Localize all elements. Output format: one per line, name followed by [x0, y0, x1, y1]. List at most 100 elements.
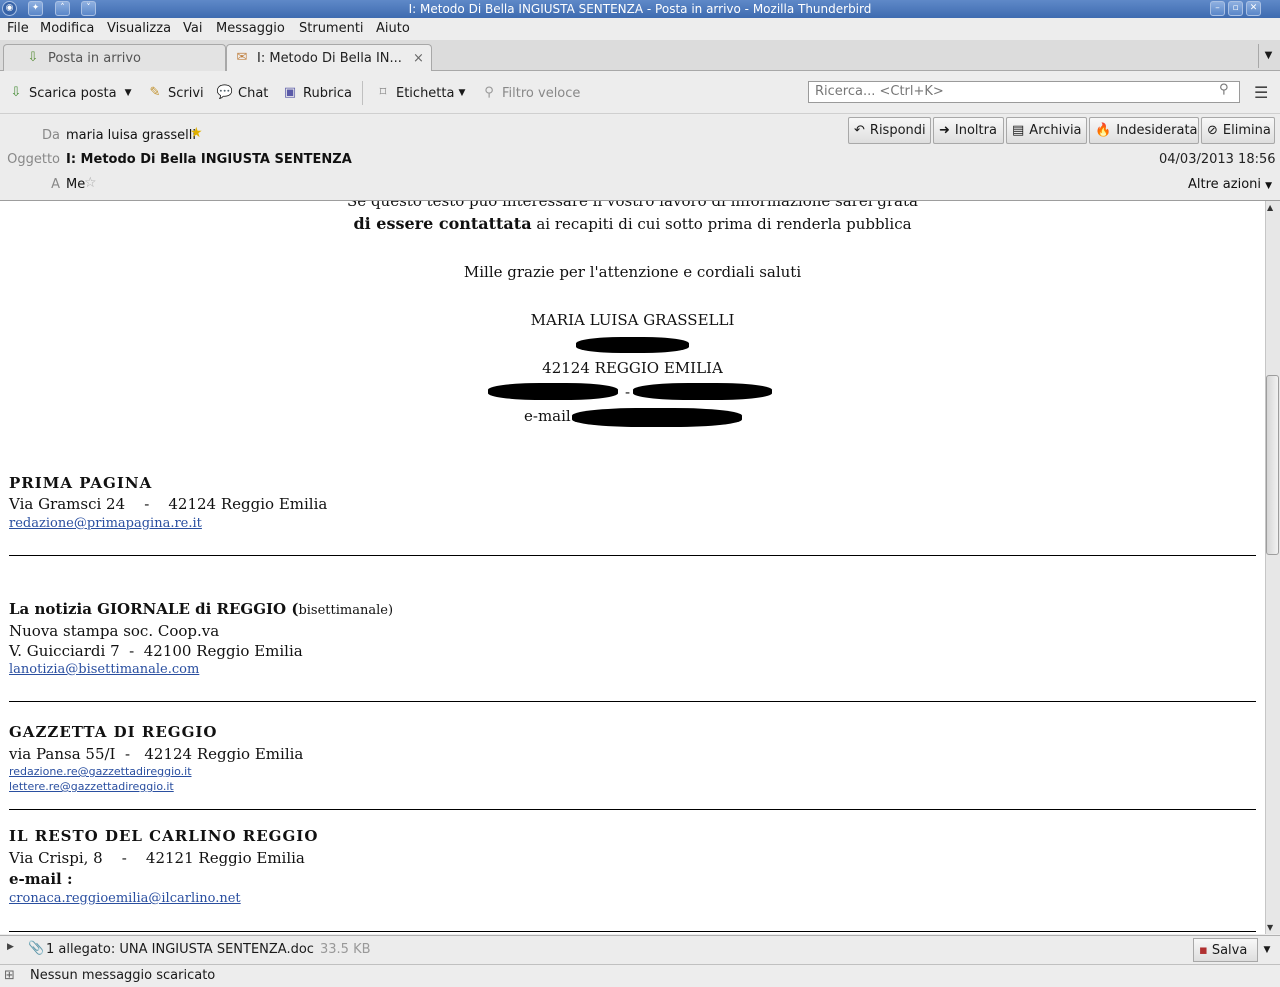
expand-triangle-icon[interactable]: ▶ [7, 942, 14, 952]
subject-label: Oggetto [7, 152, 60, 167]
save-label: Salva [1211, 942, 1248, 958]
tab-message[interactable]: ✉ I: Metodo Di Bella IN... × [226, 44, 432, 71]
get-mail-label: Scarica posta [29, 85, 117, 101]
contact-note: bisettimanale) [298, 603, 394, 618]
get-mail-button[interactable]: ⇩ Scarica posta ▼ [7, 83, 132, 103]
message-header: Da maria luisa grasselli ★ Oggetto I: Me… [0, 115, 1280, 201]
maximize-icon[interactable]: ▫ [1228, 1, 1243, 16]
vertical-scrollbar[interactable] [1265, 201, 1280, 934]
email-link[interactable]: lettere.re@gazzettadireggio.it [9, 780, 174, 793]
from-label: Da [42, 128, 60, 143]
tab-inbox-label: Posta in arrivo [48, 51, 141, 66]
divider [9, 555, 1256, 556]
close-tab-icon[interactable]: × [413, 51, 424, 66]
write-label: Scrivi [168, 85, 204, 101]
close-window-icon[interactable]: ✕ [1246, 1, 1261, 16]
address-book-icon: ▣ [283, 85, 297, 100]
tab-message-label: I: Metodo Di Bella IN... [257, 51, 402, 66]
toolbar-separator [362, 81, 363, 105]
scroll-up-arrow-icon[interactable]: ▲ [1267, 203, 1273, 212]
address-book-label: Rubrica [303, 85, 353, 101]
tag-button[interactable]: ⌑ Etichetta ▼ [374, 83, 466, 103]
email-link[interactable]: redazione@primapagina.re.it [9, 516, 202, 531]
status-bar: ⊞ Nessun messaggio scaricato [0, 964, 1280, 987]
archive-button[interactable]: ▤ Archivia [1006, 117, 1087, 144]
tag-label: Etichetta [396, 85, 455, 101]
thunderbird-window: ◉ ✦ ˄ ˅ I: Metodo Di Bella INGIUSTA SENT… [0, 0, 1280, 987]
to-label: A [51, 177, 60, 192]
minimize-icon[interactable]: – [1210, 1, 1225, 16]
tab-list-chevron-icon[interactable]: ▼ [1258, 44, 1278, 68]
write-button[interactable]: ✎ Scrivi [146, 83, 204, 103]
quick-filter-button[interactable]: ⚲ Filtro veloce [480, 83, 580, 103]
more-actions-button[interactable]: Altre azioni ▼ [1188, 177, 1272, 192]
contact-line: Nuova stampa soc. Coop.va [9, 622, 220, 640]
inbox-icon: ⇩ [27, 50, 39, 65]
phone-separator: - [625, 383, 631, 401]
menu-strumenti[interactable]: Strumenti [299, 21, 364, 36]
signature-city: 42124 REGGIO EMILIA [542, 359, 723, 377]
contact-name-bold: La notizia GIORNALE di REGGIO ( [9, 600, 299, 618]
contact-name: PRIMA PAGINA [9, 474, 153, 492]
email-link[interactable]: cronaca.reggioemilia@ilcarlino.net [9, 891, 241, 906]
scrollbar-thumb[interactable] [1266, 375, 1279, 555]
search-input[interactable]: Ricerca... <Ctrl+K> [808, 81, 1240, 103]
menu-aiuto[interactable]: Aiuto [376, 21, 410, 36]
hamburger-menu-icon[interactable]: ☰ [1254, 83, 1268, 102]
quick-filter-label: Filtro veloce [502, 85, 581, 101]
tag-icon: ⌑ [379, 85, 387, 100]
save-chevron-icon[interactable]: ▼ [1258, 938, 1276, 962]
email-link[interactable]: lanotizia@bisettimanale.com [9, 662, 199, 677]
forward-button[interactable]: ➜ Inoltra [933, 117, 1004, 144]
block-icon: ⊘ [1207, 123, 1218, 138]
search-icon[interactable]: ⚲ [1219, 82, 1229, 97]
star-icon[interactable]: ★ [190, 125, 203, 141]
menu-modifica[interactable]: Modifica [40, 21, 94, 36]
from-value[interactable]: maria luisa grasselli [66, 128, 196, 143]
message-body: Se questo testo può interessare il vostr… [0, 201, 1265, 934]
menu-file[interactable]: File [7, 21, 29, 36]
email-link[interactable]: redazione.re@gazzettadireggio.it [9, 765, 192, 778]
menu-visualizza[interactable]: Visualizza [107, 21, 171, 36]
download-icon: ⇩ [10, 85, 22, 100]
tab-bar: ⇩ Posta in arrivo ✉ I: Metodo Di Bella I… [0, 40, 1280, 71]
to-value[interactable]: Me [66, 177, 85, 192]
attachment-label[interactable]: 1 allegato: UNA INGIUSTA SENTENZA.doc [46, 942, 314, 957]
save-button[interactable]: ▪ Salva [1193, 938, 1258, 962]
address-book-button[interactable]: ▣ Rubrica [281, 83, 352, 103]
body-line-cut: Se questo testo può interessare il vostr… [347, 201, 918, 210]
redacted-phone-1 [488, 383, 618, 400]
date-value: 04/03/2013 18:56 [1159, 152, 1276, 167]
forward-arrow-icon: ➜ [939, 123, 950, 138]
activity-icon[interactable]: ⊞ [4, 968, 15, 983]
window-title: I: Metodo Di Bella INGIUSTA SENTENZA - P… [408, 2, 872, 16]
junk-button[interactable]: 🔥 Indesiderata [1089, 117, 1199, 144]
chevron-down-icon[interactable]: ▼ [125, 88, 132, 98]
filter-magnifier-icon: ⚲ [484, 85, 494, 100]
chat-button[interactable]: 💬 Chat [216, 83, 268, 103]
junk-label: Indesiderata [1116, 123, 1198, 138]
menu-vai[interactable]: Vai [183, 21, 202, 36]
pencil-icon: ✎ [149, 85, 161, 100]
delete-button[interactable]: ⊘ Elimina [1201, 117, 1275, 144]
menu-bar: File Modifica Visualizza Vai Messaggio S… [0, 18, 1280, 40]
contact-rest-text: ai recapiti di cui sotto prima di render… [531, 215, 912, 233]
attachment-bar: ▶ 📎 1 allegato: UNA INGIUSTA SENTENZA.do… [0, 935, 1280, 964]
archive-label: Archivia [1029, 123, 1082, 138]
thanks-line: Mille grazie per l'attenzione e cordiali… [463, 263, 802, 281]
reply-label: Rispondi [869, 123, 926, 138]
tab-inbox[interactable]: ⇩ Posta in arrivo [3, 44, 226, 71]
subject-value: I: Metodo Di Bella INGIUSTA SENTENZA [66, 152, 352, 167]
scroll-down-arrow-icon[interactable]: ▼ [1267, 923, 1273, 932]
contact-name: GAZZETTA DI REGGIO [9, 723, 218, 741]
contact-name: La notizia GIORNALE di REGGIO (bisettima… [9, 600, 393, 618]
archive-box-icon: ▤ [1012, 123, 1025, 138]
redacted-email [572, 408, 742, 427]
envelope-icon: ✉ [236, 50, 248, 65]
contact-address: Via Crispi, 8 - 42121 Reggio Emilia [9, 849, 305, 867]
chat-label: Chat [238, 85, 269, 101]
email-label: e-mail [524, 407, 571, 425]
menu-messaggio[interactable]: Messaggio [216, 21, 285, 36]
reply-button[interactable]: ↶ Rispondi [848, 117, 931, 144]
star-outline-icon[interactable]: ☆ [84, 175, 97, 191]
